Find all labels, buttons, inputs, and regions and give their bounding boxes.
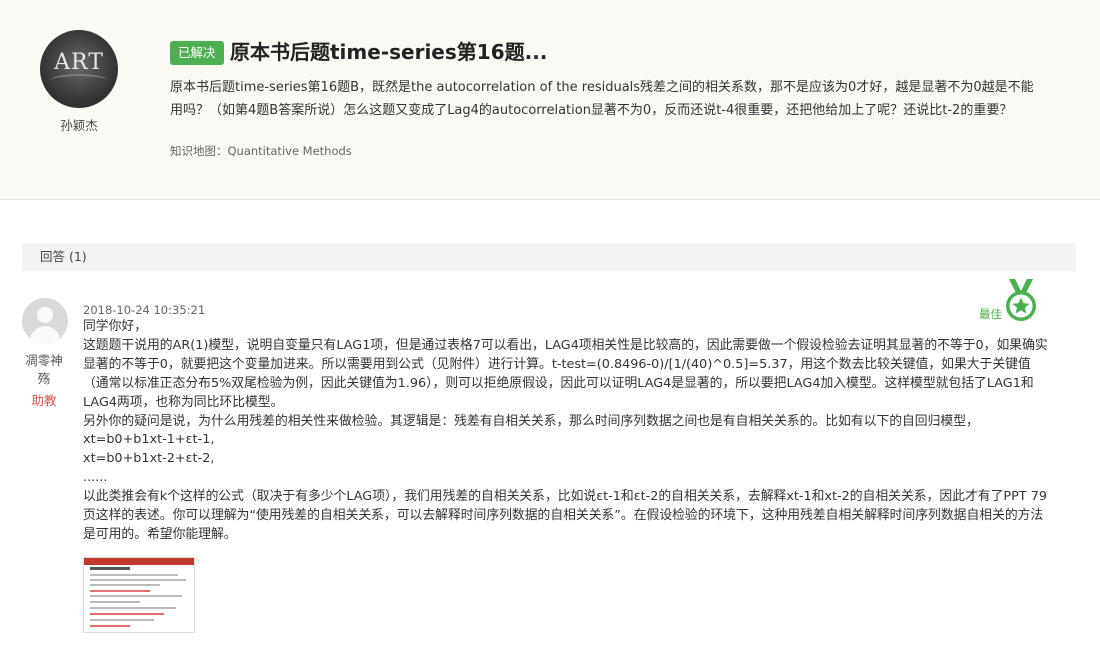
thumbnail-text-line bbox=[90, 595, 182, 597]
answer-body: 同学你好， 这题题干说用的AR(1)模型，说明自变量只有LAG1项，但是通过表格… bbox=[83, 318, 1053, 545]
answers-count-label: 回答 (1) bbox=[40, 249, 87, 264]
thumbnail-text-line bbox=[90, 601, 140, 603]
thumbnail-text-line bbox=[90, 584, 160, 586]
answer-paragraph: 同学你好， bbox=[83, 319, 147, 334]
answer-author-avatar[interactable] bbox=[22, 298, 68, 344]
question-author-name[interactable]: 孙颖杰 bbox=[40, 115, 118, 134]
answer-paragraph: 另外你的疑问是说，为什么用残差的相关性来做检验。其逻辑是：残差有自相关关系，那么… bbox=[83, 413, 979, 429]
answer-author-role: 助教 bbox=[31, 393, 57, 408]
avatar-art-text: ART bbox=[54, 50, 104, 75]
thumbnail-text-line bbox=[90, 619, 154, 621]
medal-star-icon bbox=[1006, 279, 1036, 321]
avatar-head bbox=[37, 307, 53, 323]
question-title: 原本书后题time-series第16题... bbox=[230, 40, 548, 64]
avatar-body bbox=[30, 326, 60, 344]
thumbnail-text-line bbox=[90, 607, 176, 609]
thumbnail-text-line bbox=[90, 579, 186, 581]
answer-formula: xt=b0+b1xt-1+εt-1, bbox=[83, 432, 215, 448]
answer-author-name[interactable]: 凋零神殇 bbox=[20, 352, 68, 388]
question-body: 原本书后题time-series第16题B，既然是the autocorrela… bbox=[170, 80, 1034, 118]
attachment-thumbnail[interactable] bbox=[83, 557, 195, 633]
question-author-avatar[interactable]: ART bbox=[40, 30, 118, 108]
best-answer-badge: 最佳 bbox=[979, 279, 1041, 323]
knowledge-map-tag[interactable]: 知识地图：Quantitative Methods bbox=[170, 143, 352, 159]
thumbnail-title-line bbox=[90, 567, 130, 570]
thumbnail-highlight-line bbox=[90, 590, 150, 592]
answer-formula: xt=b0+b1xt-2+εt-2, bbox=[83, 451, 215, 467]
answer-ellipsis: ...... bbox=[83, 470, 108, 486]
answer-timestamp: 2018-10-24 10:35:21 bbox=[83, 303, 206, 317]
resolved-badge: 已解决 bbox=[170, 41, 224, 65]
thumbnail-text-line bbox=[90, 574, 178, 576]
answers-header: 回答 (1) bbox=[22, 243, 1076, 271]
answer-paragraph: 这题题干说用的AR(1)模型，说明自变量只有LAG1项，但是通过表格7可以看出，… bbox=[83, 337, 1048, 410]
thumbnail-highlight-line bbox=[90, 625, 130, 627]
avatar-swirl bbox=[50, 74, 108, 88]
thumbnail-highlight-line bbox=[90, 613, 164, 615]
question-panel: ART 孙颖杰 已解决 原本书后题time-series第16题... 原本书后… bbox=[0, 0, 1100, 200]
answer-paragraph: 以此类推会有k个这样的公式（取决于有多少个LAG项），我们用残差的自相关关系，比… bbox=[83, 489, 1047, 542]
thumbnail-header-bar bbox=[84, 558, 194, 565]
